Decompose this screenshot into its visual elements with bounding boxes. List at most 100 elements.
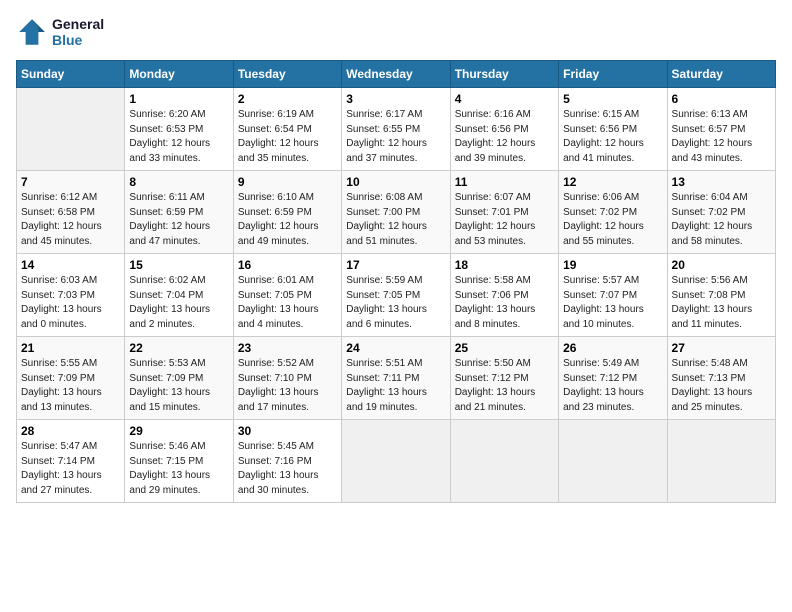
day-info: Sunrise: 6:02 AM Sunset: 7:04 PM Dayligh…: [129, 274, 228, 332]
day-number: 10: [346, 175, 445, 189]
calendar-cell: 26 Sunrise: 5:49 AM Sunset: 7:12 PM Dayli…: [559, 337, 667, 420]
day-info: Sunrise: 5:59 AM Sunset: 7:05 PM Dayligh…: [346, 274, 445, 332]
calendar-cell: 4 Sunrise: 6:16 AM Sunset: 6:56 PM Daylig…: [450, 88, 558, 171]
calendar-week-row: 21 Sunrise: 5:55 AM Sunset: 7:09 PM Dayli…: [17, 337, 776, 420]
calendar-cell: 11 Sunrise: 6:07 AM Sunset: 7:01 PM Dayli…: [450, 171, 558, 254]
day-number: 19: [563, 258, 662, 272]
day-number: 6: [672, 92, 771, 106]
calendar-cell: 25Sunrise: 5:50 AM Sunset: 7:12 PM Dayli…: [450, 337, 558, 420]
day-number: 23: [238, 341, 337, 355]
day-info: Sunrise: 5:47 AM Sunset: 7:14 PM Dayligh…: [21, 440, 120, 498]
calendar-cell: 9 Sunrise: 6:10 AM Sunset: 6:59 PM Daylig…: [233, 171, 341, 254]
calendar-cell: 12 Sunrise: 6:06 AM Sunset: 7:02 PM Dayli…: [559, 171, 667, 254]
day-number: 1: [129, 92, 228, 106]
calendar-cell: [342, 420, 450, 503]
day-info: Sunrise: 6:06 AM Sunset: 7:02 PM Dayligh…: [563, 191, 662, 249]
calendar-week-row: 28Sunrise: 5:47 AM Sunset: 7:14 PM Dayli…: [17, 420, 776, 503]
calendar-cell: [559, 420, 667, 503]
calendar-table: SundayMondayTuesdayWednesdayThursdayFrid…: [16, 60, 776, 503]
calendar-cell: 22 Sunrise: 5:53 AM Sunset: 7:09 PM Dayli…: [125, 337, 233, 420]
day-number: 14: [21, 258, 120, 272]
calendar-cell: 3 Sunrise: 6:17 AM Sunset: 6:55 PM Daylig…: [342, 88, 450, 171]
calendar-cell: [17, 88, 125, 171]
day-number: 22: [129, 341, 228, 355]
calendar-cell: 17 Sunrise: 5:59 AM Sunset: 7:05 PM Dayli…: [342, 254, 450, 337]
weekday-header: Tuesday: [233, 61, 341, 88]
calendar-cell: 19 Sunrise: 5:57 AM Sunset: 7:07 PM Dayli…: [559, 254, 667, 337]
weekday-header: Sunday: [17, 61, 125, 88]
day-info: Sunrise: 5:58 AM Sunset: 7:06 PM Dayligh…: [455, 274, 554, 332]
calendar-cell: 14 Sunrise: 6:03 AM Sunset: 7:03 PM Dayli…: [17, 254, 125, 337]
day-info: Sunrise: 5:56 AM Sunset: 7:08 PM Dayligh…: [672, 274, 771, 332]
calendar-cell: 20Sunrise: 5:56 AM Sunset: 7:08 PM Dayli…: [667, 254, 775, 337]
calendar-cell: 10 Sunrise: 6:08 AM Sunset: 7:00 PM Dayli…: [342, 171, 450, 254]
page-header: General Blue: [16, 16, 776, 48]
day-info: Sunrise: 5:55 AM Sunset: 7:09 PM Dayligh…: [21, 357, 120, 415]
day-info: Sunrise: 6:16 AM Sunset: 6:56 PM Dayligh…: [455, 108, 554, 166]
calendar-cell: [667, 420, 775, 503]
weekday-header: Thursday: [450, 61, 558, 88]
day-number: 21: [21, 341, 120, 355]
day-number: 16: [238, 258, 337, 272]
day-info: Sunrise: 5:52 AM Sunset: 7:10 PM Dayligh…: [238, 357, 337, 415]
day-number: 12: [563, 175, 662, 189]
day-info: Sunrise: 6:11 AM Sunset: 6:59 PM Dayligh…: [129, 191, 228, 249]
day-info: Sunrise: 5:51 AM Sunset: 7:11 PM Dayligh…: [346, 357, 445, 415]
day-number: 4: [455, 92, 554, 106]
day-info: Sunrise: 6:13 AM Sunset: 6:57 PM Dayligh…: [672, 108, 771, 166]
weekday-header: Monday: [125, 61, 233, 88]
day-number: 17: [346, 258, 445, 272]
calendar-week-row: 14 Sunrise: 6:03 AM Sunset: 7:03 PM Dayli…: [17, 254, 776, 337]
day-number: 3: [346, 92, 445, 106]
weekday-header: Saturday: [667, 61, 775, 88]
day-info: Sunrise: 5:45 AM Sunset: 7:16 PM Dayligh…: [238, 440, 337, 498]
day-info: Sunrise: 6:04 AM Sunset: 7:02 PM Dayligh…: [672, 191, 771, 249]
calendar-cell: 27Sunrise: 5:48 AM Sunset: 7:13 PM Dayli…: [667, 337, 775, 420]
weekday-header: Friday: [559, 61, 667, 88]
logo-text-general: General: [52, 16, 104, 32]
calendar-cell: [450, 420, 558, 503]
day-number: 9: [238, 175, 337, 189]
calendar-week-row: 7 Sunrise: 6:12 AM Sunset: 6:58 PM Daylig…: [17, 171, 776, 254]
calendar-cell: 2 Sunrise: 6:19 AM Sunset: 6:54 PM Daylig…: [233, 88, 341, 171]
day-info: Sunrise: 6:03 AM Sunset: 7:03 PM Dayligh…: [21, 274, 120, 332]
day-info: Sunrise: 6:19 AM Sunset: 6:54 PM Dayligh…: [238, 108, 337, 166]
calendar-cell: 21 Sunrise: 5:55 AM Sunset: 7:09 PM Dayli…: [17, 337, 125, 420]
day-info: Sunrise: 6:07 AM Sunset: 7:01 PM Dayligh…: [455, 191, 554, 249]
day-info: Sunrise: 5:49 AM Sunset: 7:12 PM Dayligh…: [563, 357, 662, 415]
day-info: Sunrise: 6:08 AM Sunset: 7:00 PM Dayligh…: [346, 191, 445, 249]
calendar-cell: 13 Sunrise: 6:04 AM Sunset: 7:02 PM Dayli…: [667, 171, 775, 254]
calendar-week-row: 1Sunrise: 6:20 AM Sunset: 6:53 PM Daylig…: [17, 88, 776, 171]
calendar-cell: 18 Sunrise: 5:58 AM Sunset: 7:06 PM Dayli…: [450, 254, 558, 337]
day-number: 26: [563, 341, 662, 355]
day-info: Sunrise: 5:57 AM Sunset: 7:07 PM Dayligh…: [563, 274, 662, 332]
day-info: Sunrise: 6:01 AM Sunset: 7:05 PM Dayligh…: [238, 274, 337, 332]
day-info: Sunrise: 5:53 AM Sunset: 7:09 PM Dayligh…: [129, 357, 228, 415]
day-number: 13: [672, 175, 771, 189]
day-number: 27: [672, 341, 771, 355]
day-number: 5: [563, 92, 662, 106]
calendar-cell: 8 Sunrise: 6:11 AM Sunset: 6:59 PM Daylig…: [125, 171, 233, 254]
calendar-cell: 24 Sunrise: 5:51 AM Sunset: 7:11 PM Dayli…: [342, 337, 450, 420]
day-info: Sunrise: 6:17 AM Sunset: 6:55 PM Dayligh…: [346, 108, 445, 166]
day-info: Sunrise: 5:46 AM Sunset: 7:15 PM Dayligh…: [129, 440, 228, 498]
day-info: Sunrise: 6:12 AM Sunset: 6:58 PM Dayligh…: [21, 191, 120, 249]
calendar-cell: 28Sunrise: 5:47 AM Sunset: 7:14 PM Dayli…: [17, 420, 125, 503]
day-number: 7: [21, 175, 120, 189]
calendar-cell: 16 Sunrise: 6:01 AM Sunset: 7:05 PM Dayli…: [233, 254, 341, 337]
day-number: 11: [455, 175, 554, 189]
calendar-cell: 7 Sunrise: 6:12 AM Sunset: 6:58 PM Daylig…: [17, 171, 125, 254]
day-number: 8: [129, 175, 228, 189]
day-number: 29: [129, 424, 228, 438]
logo: General Blue: [16, 16, 104, 48]
weekday-header-row: SundayMondayTuesdayWednesdayThursdayFrid…: [17, 61, 776, 88]
logo-text-blue: Blue: [52, 32, 104, 48]
day-number: 2: [238, 92, 337, 106]
weekday-header: Wednesday: [342, 61, 450, 88]
day-number: 15: [129, 258, 228, 272]
day-number: 24: [346, 341, 445, 355]
day-number: 30: [238, 424, 337, 438]
day-number: 18: [455, 258, 554, 272]
calendar-cell: 29 Sunrise: 5:46 AM Sunset: 7:15 PM Dayli…: [125, 420, 233, 503]
day-info: Sunrise: 6:10 AM Sunset: 6:59 PM Dayligh…: [238, 191, 337, 249]
